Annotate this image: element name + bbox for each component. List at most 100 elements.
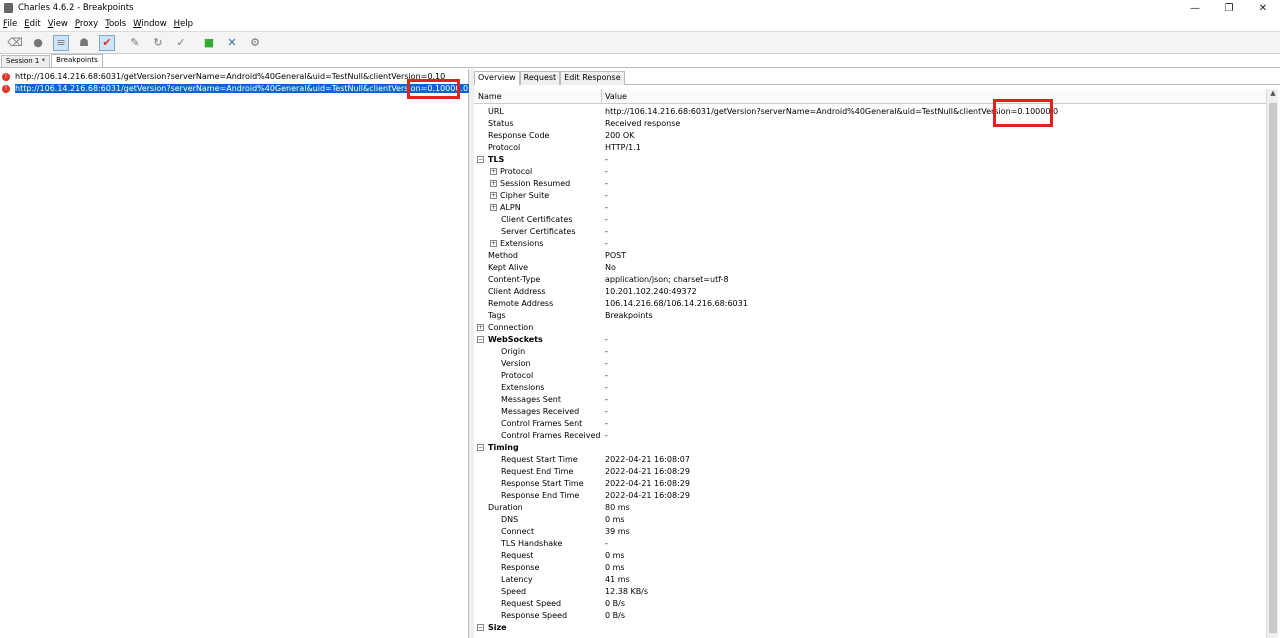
tab-request[interactable]: Request <box>519 71 561 85</box>
row-name: TLS <box>488 155 505 164</box>
table-row[interactable]: Protocol HTTP/1.1 <box>474 142 1264 154</box>
list-item-selected[interactable]: ! http://106.14.216.68:6031/getVersion?s… <box>2 83 471 94</box>
row-name: Extensions <box>500 239 544 248</box>
table-row[interactable]: Client Address 10.201.102.240:49372 <box>474 286 1264 298</box>
table-row[interactable]: Duration 80 ms <box>474 502 1264 514</box>
table-row[interactable]: Speed 12.38 KB/s <box>474 586 1264 598</box>
menu-tools[interactable]: Tools <box>105 19 126 29</box>
minimize-icon[interactable]: — <box>1178 0 1212 16</box>
menu-file[interactable]: File <box>3 19 17 29</box>
row-name: Server Certificates <box>501 227 576 236</box>
collapse-icon[interactable]: − <box>477 336 484 343</box>
name-column-header[interactable]: Name <box>478 92 502 101</box>
table-row[interactable]: + Connection <box>474 322 1264 334</box>
collapse-icon[interactable]: − <box>477 444 484 451</box>
table-row[interactable]: Protocol - <box>474 370 1264 382</box>
menu-view[interactable]: View <box>48 19 68 29</box>
breakpoint-request-icon: ! <box>2 72 10 81</box>
table-row[interactable]: Control Frames Sent - <box>474 418 1264 430</box>
table-row[interactable]: + Extensions - <box>474 238 1264 250</box>
row-name: Tags <box>488 311 506 320</box>
expand-icon[interactable]: + <box>490 204 497 211</box>
broom-icon[interactable]: ⌫ <box>7 35 23 51</box>
pen-icon[interactable]: ✎ <box>127 35 143 51</box>
vertical-scrollbar[interactable]: ▲ <box>1266 89 1278 638</box>
table-row[interactable]: + Cipher Suite - <box>474 190 1264 202</box>
table-row[interactable]: Response End Time 2022-04-21 16:08:29 <box>474 490 1264 502</box>
tab-breakpoints[interactable]: Breakpoints <box>51 54 103 67</box>
tools-icon[interactable]: ✕ <box>224 35 240 51</box>
tab-session-1[interactable]: Session 1 * <box>1 55 51 67</box>
value-column-header[interactable]: Value <box>605 92 627 101</box>
table-row[interactable]: Method POST <box>474 250 1264 262</box>
table-row[interactable]: Messages Sent - <box>474 394 1264 406</box>
breakpoint-icon[interactable]: ✔ <box>99 34 115 51</box>
table-row[interactable]: − Size <box>474 622 1264 634</box>
expand-icon[interactable]: + <box>477 324 484 331</box>
row-value: - <box>605 227 608 236</box>
table-row[interactable]: Request 0 ms <box>474 550 1264 562</box>
row-value: No <box>605 263 616 272</box>
table-row[interactable]: Remote Address 106.14.216.68/106.14.216.6… <box>474 298 1264 310</box>
table-row[interactable]: Response Start Time 2022-04-21 16:08:29 <box>474 478 1264 490</box>
table-row[interactable]: + Session Resumed - <box>474 178 1264 190</box>
table-row[interactable]: Response 0 ms <box>474 562 1264 574</box>
column-divider[interactable] <box>601 89 602 104</box>
table-row[interactable]: Client Certificates - <box>474 214 1264 226</box>
table-row[interactable]: Status Received response <box>474 118 1264 130</box>
table-row[interactable]: Latency 41 ms <box>474 574 1264 586</box>
menu-window[interactable]: Window <box>133 19 167 29</box>
expand-icon[interactable]: + <box>490 192 497 199</box>
table-row[interactable]: − TLS - <box>474 154 1264 166</box>
expand-icon[interactable]: + <box>490 240 497 247</box>
menu-proxy[interactable]: Proxy <box>75 19 98 29</box>
throttle-icon[interactable]: ≡ <box>53 34 69 51</box>
row-name: Content-Type <box>488 275 541 284</box>
table-row[interactable]: Server Certificates - <box>474 226 1264 238</box>
table-row[interactable]: − Timing <box>474 442 1264 454</box>
table-row[interactable]: Kept Alive No <box>474 262 1264 274</box>
table-row[interactable]: Content-Type application/json; charset=ut… <box>474 274 1264 286</box>
table-row[interactable]: − WebSockets - <box>474 334 1264 346</box>
basket-icon[interactable]: ■ <box>201 35 217 51</box>
tab-overview[interactable]: Overview <box>474 71 520 85</box>
row-name: Response Start Time <box>501 479 584 488</box>
table-row[interactable]: Request End Time 2022-04-21 16:08:29 <box>474 466 1264 478</box>
scrollbar-thumb[interactable] <box>1269 103 1277 633</box>
restore-icon[interactable]: ❐ <box>1212 0 1246 16</box>
tab-edit-response[interactable]: Edit Response <box>560 71 625 85</box>
row-value: 10.201.102.240:49372 <box>605 287 697 296</box>
list-item[interactable]: ! http://106.14.216.68:6031/getVersion?s… <box>2 71 445 82</box>
close-icon[interactable]: ✕ <box>1246 0 1280 16</box>
table-row[interactable]: Response Code 200 OK <box>474 130 1264 142</box>
table-row[interactable]: Request Start Time 2022-04-21 16:08:07 <box>474 454 1264 466</box>
scroll-up-icon[interactable]: ▲ <box>1267 89 1279 101</box>
settings-icon[interactable]: ⚙ <box>247 35 263 51</box>
menu-help[interactable]: Help <box>174 19 193 29</box>
table-row[interactable]: Version - <box>474 358 1264 370</box>
table-row[interactable]: Request Speed 0 B/s <box>474 598 1264 610</box>
menu-edit[interactable]: Edit <box>24 19 40 29</box>
table-row[interactable]: Response Speed 0 B/s <box>474 610 1264 622</box>
repeat-icon[interactable]: ↻ <box>150 35 166 51</box>
table-row[interactable]: + Protocol - <box>474 166 1264 178</box>
turtle-icon[interactable]: ☗ <box>76 35 92 51</box>
table-row[interactable]: DNS 0 ms <box>474 514 1264 526</box>
expand-icon[interactable]: + <box>490 168 497 175</box>
record-icon[interactable]: ● <box>30 35 46 51</box>
table-row[interactable]: Messages Received - <box>474 406 1264 418</box>
validate-icon[interactable]: ✓ <box>173 35 189 51</box>
table-row[interactable]: Control Frames Received - <box>474 430 1264 442</box>
table-row[interactable]: Tags Breakpoints <box>474 310 1264 322</box>
table-row[interactable]: Extensions - <box>474 382 1264 394</box>
table-row[interactable]: Origin - <box>474 346 1264 358</box>
collapse-icon[interactable]: − <box>477 624 484 631</box>
row-name: Session Resumed <box>500 179 571 188</box>
table-row[interactable]: Connect 39 ms <box>474 526 1264 538</box>
table-row[interactable]: TLS Handshake - <box>474 538 1264 550</box>
row-value: Received response <box>605 119 681 128</box>
collapse-icon[interactable]: − <box>477 156 484 163</box>
table-row[interactable]: + ALPN - <box>474 202 1264 214</box>
expand-icon[interactable]: + <box>490 180 497 187</box>
table-row[interactable]: URL http://106.14.216.68:6031/getVersion?… <box>474 106 1264 118</box>
